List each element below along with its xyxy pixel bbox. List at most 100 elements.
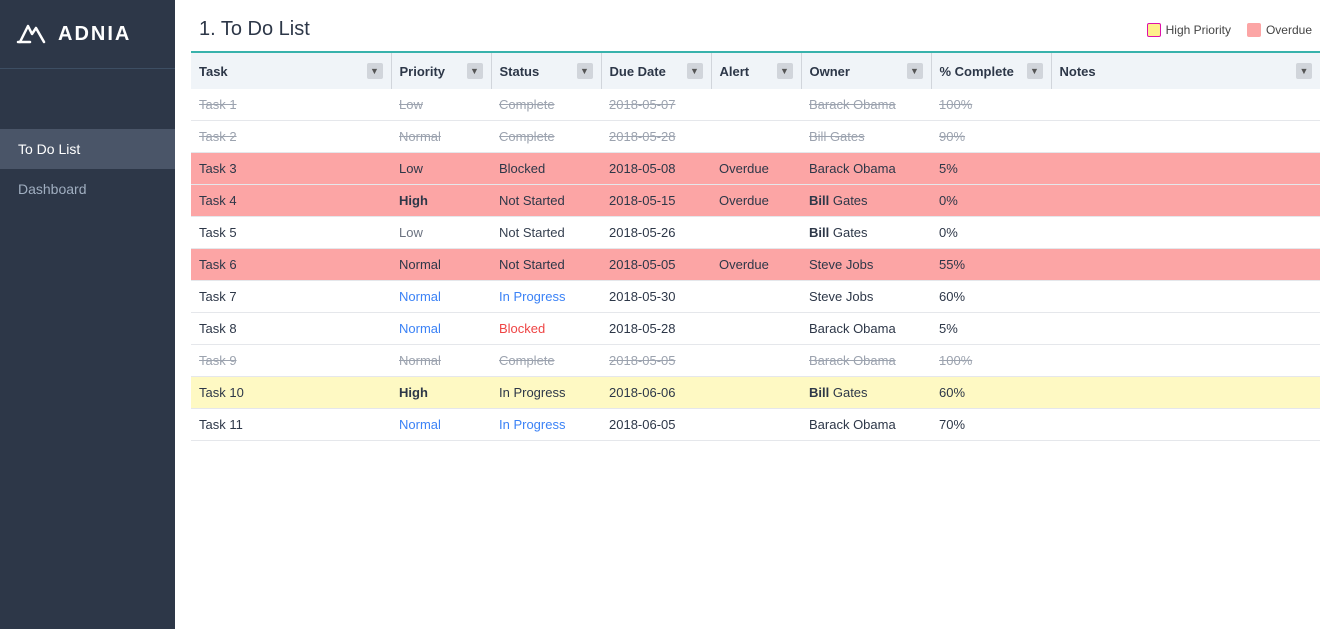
sidebar-item-dashboard[interactable]: Dashboard bbox=[0, 169, 175, 209]
cell-priority: Low bbox=[391, 89, 491, 121]
cell-duedate: 2018-05-05 bbox=[601, 345, 711, 377]
page-title: 1. To Do List bbox=[199, 18, 310, 41]
table-row: Task 2NormalComplete2018-05-28Bill Gates… bbox=[191, 121, 1320, 153]
cell-owner: Barack Obama bbox=[801, 409, 931, 441]
cell-priority: High bbox=[391, 185, 491, 217]
table-row: Task 7NormalIn Progress2018-05-30 Steve J… bbox=[191, 281, 1320, 313]
sidebar-nav: To Do List Dashboard bbox=[0, 129, 175, 209]
table-row: Task 4HighNot Started2018-05-15OverdueBi… bbox=[191, 185, 1320, 217]
cell-status: Not Started bbox=[491, 217, 601, 249]
cell-owner: Barack Obama bbox=[801, 345, 931, 377]
cell-owner: Bill Gates bbox=[801, 377, 931, 409]
cell-task: Task 2 bbox=[191, 121, 391, 153]
cell-notes bbox=[1051, 153, 1320, 185]
cell-task: Task 10 bbox=[191, 377, 391, 409]
th-task: Task ▼ bbox=[191, 52, 391, 89]
cell-task: Task 7 bbox=[191, 281, 391, 313]
filter-notes[interactable]: ▼ bbox=[1296, 63, 1312, 79]
cell-task: Task 5 bbox=[191, 217, 391, 249]
cell-complete: 5% bbox=[931, 153, 1051, 185]
cell-complete: 60% bbox=[931, 377, 1051, 409]
cell-status: In Progress bbox=[491, 281, 601, 313]
th-priority: Priority ▼ bbox=[391, 52, 491, 89]
filter-complete[interactable]: ▼ bbox=[1027, 63, 1043, 79]
cell-priority: Low bbox=[391, 153, 491, 185]
filter-priority[interactable]: ▼ bbox=[467, 63, 483, 79]
cell-complete: 70% bbox=[931, 409, 1051, 441]
cell-alert bbox=[711, 121, 801, 153]
cell-duedate: 2018-05-07 bbox=[601, 89, 711, 121]
sidebar-item-todo[interactable]: To Do List bbox=[0, 129, 175, 169]
cell-status: Complete bbox=[491, 345, 601, 377]
cell-priority: Normal bbox=[391, 281, 491, 313]
cell-duedate: 2018-05-15 bbox=[601, 185, 711, 217]
filter-alert[interactable]: ▼ bbox=[777, 63, 793, 79]
cell-priority: Normal bbox=[391, 121, 491, 153]
filter-status[interactable]: ▼ bbox=[577, 63, 593, 79]
legend-color-overdue bbox=[1247, 23, 1261, 37]
cell-task: Task 1 bbox=[191, 89, 391, 121]
cell-task: Task 8 bbox=[191, 313, 391, 345]
cell-owner: Bill Gates bbox=[801, 185, 931, 217]
cell-notes bbox=[1051, 409, 1320, 441]
task-table: Task ▼ Priority ▼ Status ▼ bbox=[191, 51, 1320, 441]
cell-notes bbox=[1051, 121, 1320, 153]
cell-complete: 60% bbox=[931, 281, 1051, 313]
cell-alert bbox=[711, 345, 801, 377]
table-row: Task 1LowComplete2018-05-07Barack Obama1… bbox=[191, 89, 1320, 121]
cell-owner: Bill Gates bbox=[801, 217, 931, 249]
cell-complete: 100% bbox=[931, 345, 1051, 377]
filter-owner[interactable]: ▼ bbox=[907, 63, 923, 79]
cell-owner: Steve Jobs bbox=[801, 249, 931, 281]
cell-notes bbox=[1051, 89, 1320, 121]
cell-complete: 90% bbox=[931, 121, 1051, 153]
cell-alert bbox=[711, 409, 801, 441]
cell-alert: Overdue bbox=[711, 153, 801, 185]
legend: High Priority Overdue bbox=[1147, 23, 1312, 37]
th-alert: Alert ▼ bbox=[711, 52, 801, 89]
cell-priority: Normal bbox=[391, 313, 491, 345]
cell-owner: Steve Jobs bbox=[801, 281, 931, 313]
cell-priority: Normal bbox=[391, 249, 491, 281]
cell-duedate: 2018-05-30 bbox=[601, 281, 711, 313]
th-duedate: Due Date ▼ bbox=[601, 52, 711, 89]
table-row: Task 9NormalComplete2018-05-05Barack Oba… bbox=[191, 345, 1320, 377]
cell-alert: Overdue bbox=[711, 185, 801, 217]
cell-status: Complete bbox=[491, 121, 601, 153]
cell-owner: Barack Obama bbox=[801, 153, 931, 185]
cell-complete: 5% bbox=[931, 313, 1051, 345]
cell-status: Blocked bbox=[491, 153, 601, 185]
table-row: Task 5LowNot Started2018-05-26Bill Gates… bbox=[191, 217, 1320, 249]
cell-alert bbox=[711, 217, 801, 249]
cell-owner: Barack Obama bbox=[801, 89, 931, 121]
legend-color-high-priority bbox=[1147, 23, 1161, 37]
cell-task: Task 9 bbox=[191, 345, 391, 377]
cell-duedate: 2018-05-08 bbox=[601, 153, 711, 185]
cell-duedate: 2018-05-05 bbox=[601, 249, 711, 281]
cell-owner: Barack Obama bbox=[801, 313, 931, 345]
cell-alert: Overdue bbox=[711, 249, 801, 281]
cell-duedate: 2018-06-05 bbox=[601, 409, 711, 441]
cell-duedate: 2018-06-06 bbox=[601, 377, 711, 409]
cell-notes bbox=[1051, 217, 1320, 249]
cell-status: Complete bbox=[491, 89, 601, 121]
cell-complete: 0% bbox=[931, 185, 1051, 217]
cell-priority: Low bbox=[391, 217, 491, 249]
cell-notes bbox=[1051, 185, 1320, 217]
cell-notes bbox=[1051, 345, 1320, 377]
cell-status: Blocked bbox=[491, 313, 601, 345]
main-content: 1. To Do List High Priority Overdue bbox=[175, 0, 1336, 629]
legend-item-overdue: Overdue bbox=[1247, 23, 1312, 37]
filter-task[interactable]: ▼ bbox=[367, 63, 383, 79]
cell-alert bbox=[711, 377, 801, 409]
table-row: Task 6NormalNot Started2018-05-05Overdue… bbox=[191, 249, 1320, 281]
table-header-row: Task ▼ Priority ▼ Status ▼ bbox=[191, 52, 1320, 89]
sidebar-logo: ADNIA bbox=[0, 0, 175, 69]
table-row: Task 8NormalBlocked2018-05-28Barack Obam… bbox=[191, 313, 1320, 345]
cell-priority: High bbox=[391, 377, 491, 409]
filter-duedate[interactable]: ▼ bbox=[687, 63, 703, 79]
cell-priority: Normal bbox=[391, 409, 491, 441]
th-status: Status ▼ bbox=[491, 52, 601, 89]
table-row: Task 11NormalIn Progress2018-06-05Barack… bbox=[191, 409, 1320, 441]
sidebar: ADNIA To Do List Dashboard bbox=[0, 0, 175, 629]
